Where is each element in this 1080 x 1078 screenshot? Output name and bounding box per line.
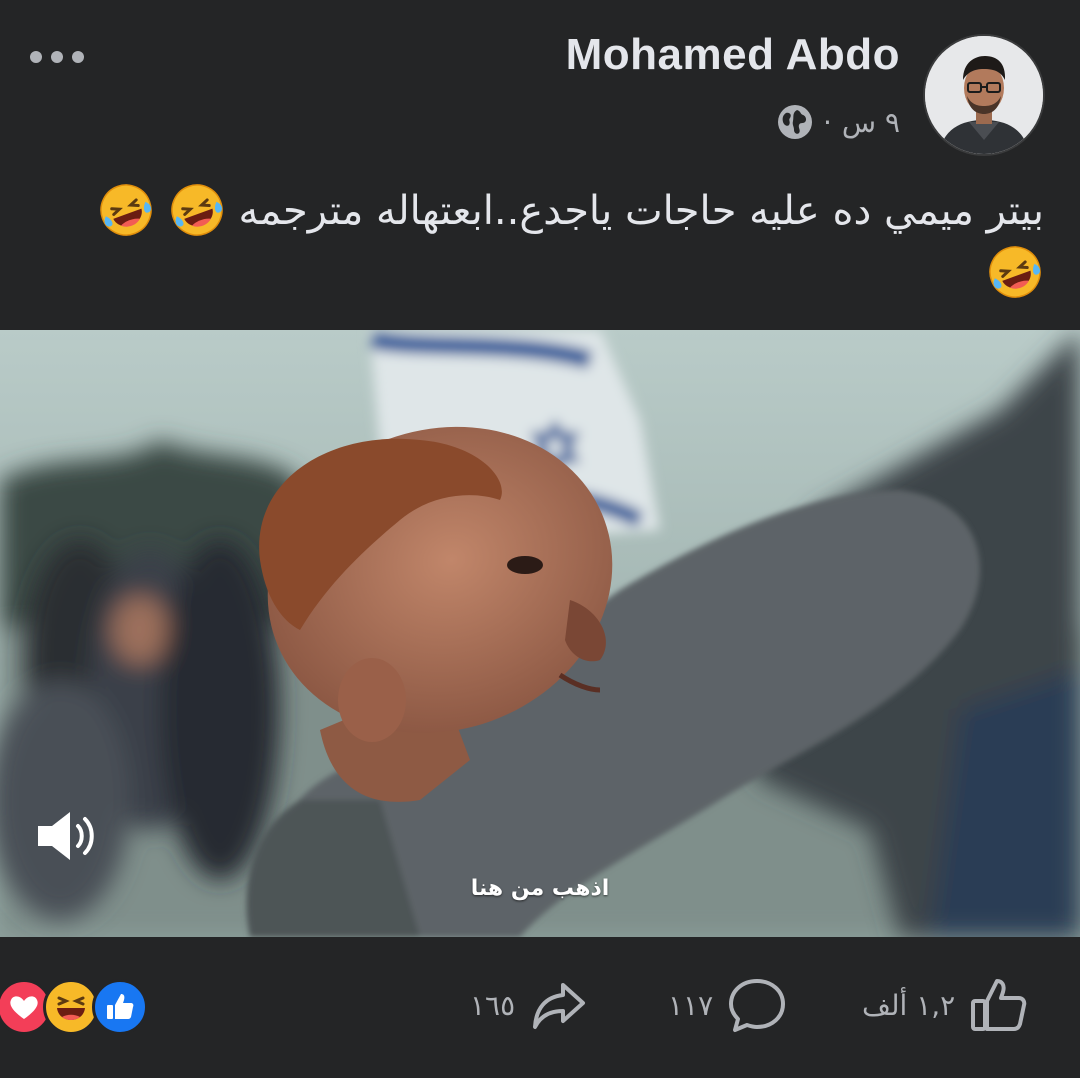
facebook-post: Mohamed Abdo ٩ س · بيتر ميمي ده عليه حاج… [0,0,1080,1078]
comment-icon [729,979,786,1032]
like-reaction-icon [92,979,148,1035]
more-options-icon[interactable] [30,44,90,70]
share-button[interactable]: ١٦٥ [470,970,589,1040]
post-caption: بيتر ميمي ده عليه حاجات ياجدع..ابعتهاله … [55,180,1044,304]
meta-separator: · [822,105,832,139]
speaker-icon[interactable] [32,806,100,866]
laughing-emoji-icon [170,184,223,236]
like-icon [971,979,1027,1031]
like-count: ١,٢ ألف [862,988,956,1022]
reaction-summary[interactable] [0,979,150,1035]
laughing-emoji-icon [100,184,152,236]
video-frame [0,330,1080,937]
share-icon [533,983,586,1029]
caption-text: بيتر ميمي ده عليه حاجات ياجدع..ابعتهاله … [238,188,1044,234]
post-time[interactable]: ٩ س [842,106,900,139]
share-count: ١٦٥ [470,988,516,1022]
haha-reaction-icon [43,979,99,1035]
like-button[interactable]: ١,٢ ألف [862,970,1029,1040]
video-player[interactable] [0,330,1080,937]
comment-count: ١١٧ [668,988,714,1022]
comment-button[interactable]: ١١٧ [668,970,787,1040]
video-subtitle: اذهب من هنا [470,876,610,901]
author-avatar[interactable] [925,36,1043,154]
laughing-emoji-icon [989,246,1041,298]
author-name[interactable]: Mohamed Abdo [566,30,900,80]
globe-icon [777,105,812,139]
post-meta: ٩ س · [777,104,900,140]
